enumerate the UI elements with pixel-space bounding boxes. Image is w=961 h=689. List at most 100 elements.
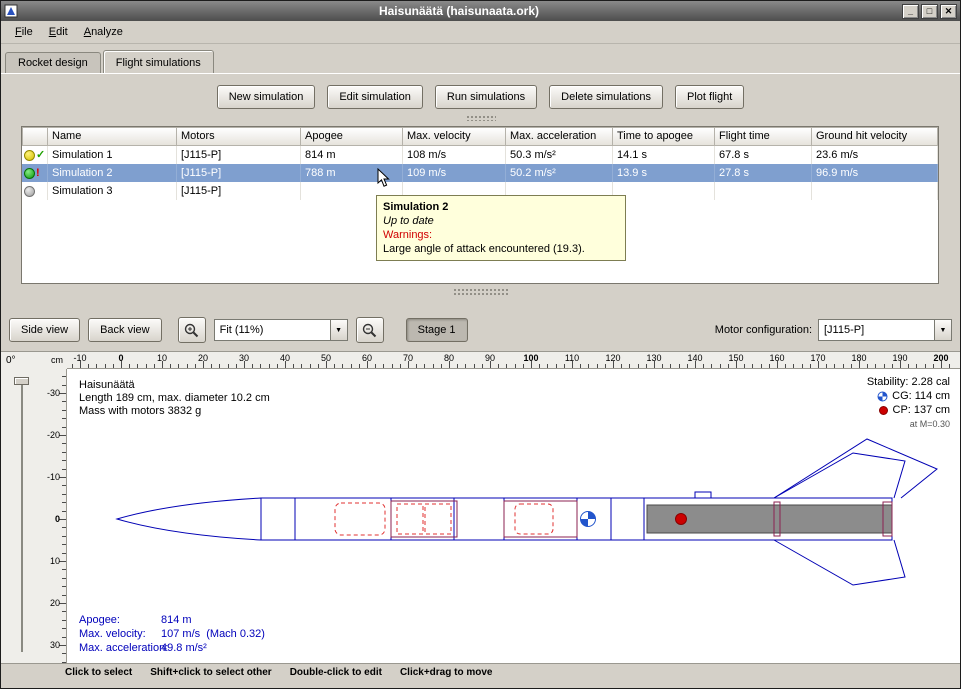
max-acceleration-label: Max. acceleration: <box>79 641 159 655</box>
rotation-slider-track[interactable] <box>21 380 23 652</box>
ruler-label: 0 <box>118 353 123 363</box>
stability-value: Stability: 2.28 cal <box>867 375 950 389</box>
cell-flight-time: 67.8 s <box>715 146 812 164</box>
launch-lug-shape[interactable] <box>695 492 711 498</box>
simulation-status-icon <box>22 182 48 200</box>
ruler-tick <box>219 364 220 368</box>
column-header-apogee[interactable]: Apogee <box>301 127 403 146</box>
plot-flight-button[interactable]: Plot flight <box>675 85 744 109</box>
column-header-time-to-apogee[interactable]: Time to apogee <box>613 127 715 146</box>
hint-click-drag: Click+drag to move <box>400 667 493 689</box>
tab-flight-simulations[interactable]: Flight simulations <box>103 50 214 74</box>
close-button[interactable]: ✕ <box>940 4 957 19</box>
ruler-label: 130 <box>646 353 661 363</box>
ruler-tick <box>359 364 360 368</box>
cell-motors: [J115-P] <box>177 164 301 182</box>
chevron-down-icon[interactable]: ▼ <box>934 320 951 340</box>
mouse-cursor-icon <box>377 168 391 188</box>
ruler-tick <box>638 364 639 368</box>
delete-simulations-button[interactable]: Delete simulations <box>549 85 663 109</box>
new-simulation-button[interactable]: New simulation <box>217 85 316 109</box>
tab-bar: Rocket design Flight simulations <box>1 45 960 73</box>
app-icon <box>4 4 18 18</box>
column-header-max-acceleration[interactable]: Max. acceleration <box>506 127 613 146</box>
ruler-tick <box>187 364 188 368</box>
status-ball-icon <box>24 168 35 179</box>
menu-edit[interactable]: Edit <box>41 23 76 41</box>
rotation-slider-thumb[interactable] <box>14 377 29 385</box>
cell-max-velocity: 109 m/s <box>403 164 506 182</box>
run-simulations-button[interactable]: Run simulations <box>435 85 537 109</box>
table-row-simulation-2[interactable]: Simulation 2 [J115-P] 788 m 109 m/s 50.2… <box>22 164 938 182</box>
ruler-tick <box>211 364 212 368</box>
stage-1-toggle[interactable]: Stage 1 <box>406 318 468 342</box>
ruler-tick <box>687 364 688 368</box>
tooltip-title: Simulation 2 <box>383 200 619 214</box>
hint-double-click: Double-click to edit <box>290 667 382 689</box>
splitter-handle[interactable] <box>453 288 509 296</box>
cg-legend-icon <box>877 391 888 402</box>
ruler-tick <box>62 586 66 587</box>
zoom-in-button[interactable] <box>178 317 206 343</box>
column-header-max-velocity[interactable]: Max. velocity <box>403 127 506 146</box>
column-header-flight-time[interactable]: Flight time <box>715 127 812 146</box>
ruler-tick <box>769 364 770 368</box>
column-header-motors[interactable]: Motors <box>177 127 301 146</box>
cell-max-acceleration: 50.2 m/s² <box>506 164 613 182</box>
table-row-simulation-1[interactable]: Simulation 1 [J115-P] 814 m 108 m/s 50.3… <box>22 146 938 164</box>
ruler-tick <box>228 364 229 368</box>
stability-block: Stability: 2.28 cal CG: 114 cm CP: 137 c… <box>867 375 950 431</box>
column-header-ground-hit-velocity[interactable]: Ground hit velocity <box>812 127 938 146</box>
rocket-figure-canvas[interactable]: Haisunäätä Length 189 cm, max. diameter … <box>67 369 961 663</box>
ruler-label: -20 <box>47 430 60 440</box>
ruler-label: -30 <box>47 388 60 398</box>
ruler-tick <box>310 364 311 368</box>
ruler-tick <box>277 364 278 368</box>
motor-configuration-select[interactable]: [J115-P] ▼ <box>818 319 952 341</box>
ruler-tick <box>875 364 876 368</box>
panel-grip[interactable] <box>466 115 496 121</box>
column-header-name[interactable]: Name <box>48 127 177 146</box>
table-header: Name Motors Apogee Max. velocity Max. ac… <box>22 127 938 146</box>
column-header-status[interactable] <box>22 127 48 146</box>
ruler-tick <box>556 364 557 368</box>
simulation-status-icon <box>22 164 48 182</box>
zoom-out-button[interactable] <box>356 317 384 343</box>
menu-bar: File Edit Analyze <box>1 21 960 44</box>
fin-shape[interactable] <box>774 540 905 585</box>
ruler-tick <box>62 427 66 428</box>
ruler-tick <box>62 578 66 579</box>
cg-value: CG: 114 cm <box>892 389 950 403</box>
ruler-tick <box>59 603 66 604</box>
fin-shape[interactable] <box>774 439 937 498</box>
zoom-select-value: Fit (11%) <box>215 324 330 336</box>
side-view-button[interactable]: Side view <box>9 318 80 342</box>
chevron-down-icon[interactable]: ▼ <box>330 320 347 340</box>
ruler-tick <box>867 364 868 368</box>
back-view-button[interactable]: Back view <box>88 318 162 342</box>
cell-time-to-apogee: 13.9 s <box>613 164 715 182</box>
tab-rocket-design[interactable]: Rocket design <box>5 52 101 73</box>
status-ball-icon <box>24 150 35 161</box>
edit-simulation-button[interactable]: Edit simulation <box>327 85 423 109</box>
menu-analyze[interactable]: Analyze <box>76 23 131 41</box>
rotation-control: 0° <box>1 351 47 663</box>
ruler-tick <box>629 364 630 368</box>
ruler-tick <box>547 364 548 368</box>
menu-file[interactable]: File <box>7 23 41 41</box>
ruler-tick <box>424 364 425 368</box>
zoom-select[interactable]: Fit (11%) ▼ <box>214 319 348 341</box>
ruler-tick <box>843 364 844 368</box>
title-bar: Haisunäätä (haisunaata.ork) _ □ ✕ <box>1 1 960 21</box>
ruler-tick <box>506 364 507 368</box>
flight-info-block: Apogee: 814 m Max. velocity: 107 m/s (Ma… <box>79 613 265 655</box>
ruler-label: 200 <box>933 353 948 363</box>
ruler-tick <box>515 364 516 368</box>
ruler-tick <box>400 364 401 368</box>
fin-shape[interactable] <box>774 453 905 498</box>
maximize-button[interactable]: □ <box>921 4 938 19</box>
simulation-status-icon <box>22 146 48 164</box>
nose-cone-shape[interactable] <box>117 498 261 540</box>
ruler-label: 70 <box>403 353 413 363</box>
minimize-button[interactable]: _ <box>902 4 919 19</box>
